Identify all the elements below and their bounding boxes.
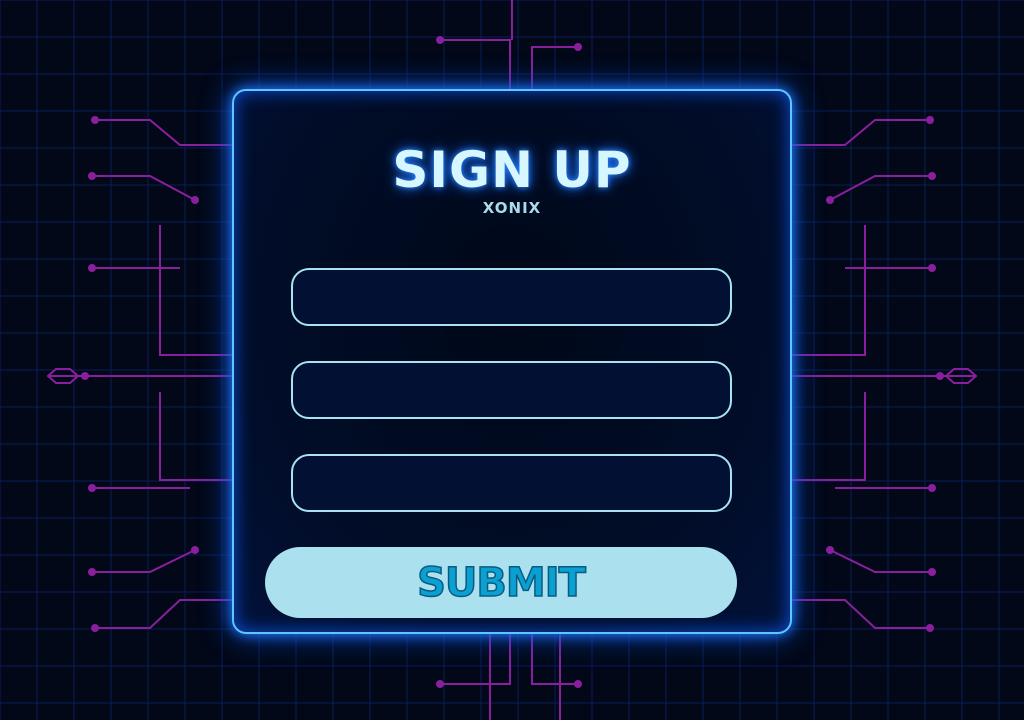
circuit-trace xyxy=(159,392,232,481)
circuit-node xyxy=(826,546,834,554)
circuit-trace xyxy=(792,225,866,356)
circuit-trace xyxy=(792,392,866,481)
input-field-1[interactable] xyxy=(291,268,732,326)
circuit-trace xyxy=(92,175,196,201)
circuit-node xyxy=(88,264,96,272)
circuit-node xyxy=(826,196,834,204)
circuit-trace xyxy=(792,119,930,146)
circuit-node xyxy=(928,484,936,492)
circuit-node xyxy=(81,372,89,380)
circuit-node xyxy=(928,264,936,272)
circuit-trace xyxy=(792,599,930,629)
circuit-node xyxy=(926,116,934,124)
circuit-node xyxy=(926,624,934,632)
brand-label: XONIX xyxy=(482,199,542,217)
circuit-node xyxy=(936,372,944,380)
signup-card: SIGN UP XONIX SUBMIT xyxy=(232,89,792,634)
circuit-trace xyxy=(440,39,511,89)
circuit-node xyxy=(88,568,96,576)
circuit-trace xyxy=(829,549,932,573)
circuit-trace xyxy=(95,119,232,146)
circuit-node xyxy=(191,546,199,554)
input-field-3[interactable] xyxy=(291,454,732,512)
circuit-node xyxy=(88,172,96,180)
circuit-trace xyxy=(829,175,932,201)
circuit-node xyxy=(88,484,96,492)
circuit-trace xyxy=(159,225,232,356)
circuit-node xyxy=(191,196,199,204)
circuit-trace xyxy=(92,549,196,573)
page-title: SIGN UP xyxy=(392,141,632,199)
circuit-trace xyxy=(95,599,232,629)
circuit-node xyxy=(91,116,99,124)
circuit-node xyxy=(928,568,936,576)
circuit-node xyxy=(574,680,582,688)
submit-button[interactable]: SUBMIT xyxy=(265,547,737,618)
input-field-2[interactable] xyxy=(291,361,732,419)
circuit-node xyxy=(91,624,99,632)
circuit-trace xyxy=(440,634,511,685)
circuit-node xyxy=(928,172,936,180)
circuit-node xyxy=(574,43,582,51)
circuit-node xyxy=(436,680,444,688)
circuit-node xyxy=(436,36,444,44)
